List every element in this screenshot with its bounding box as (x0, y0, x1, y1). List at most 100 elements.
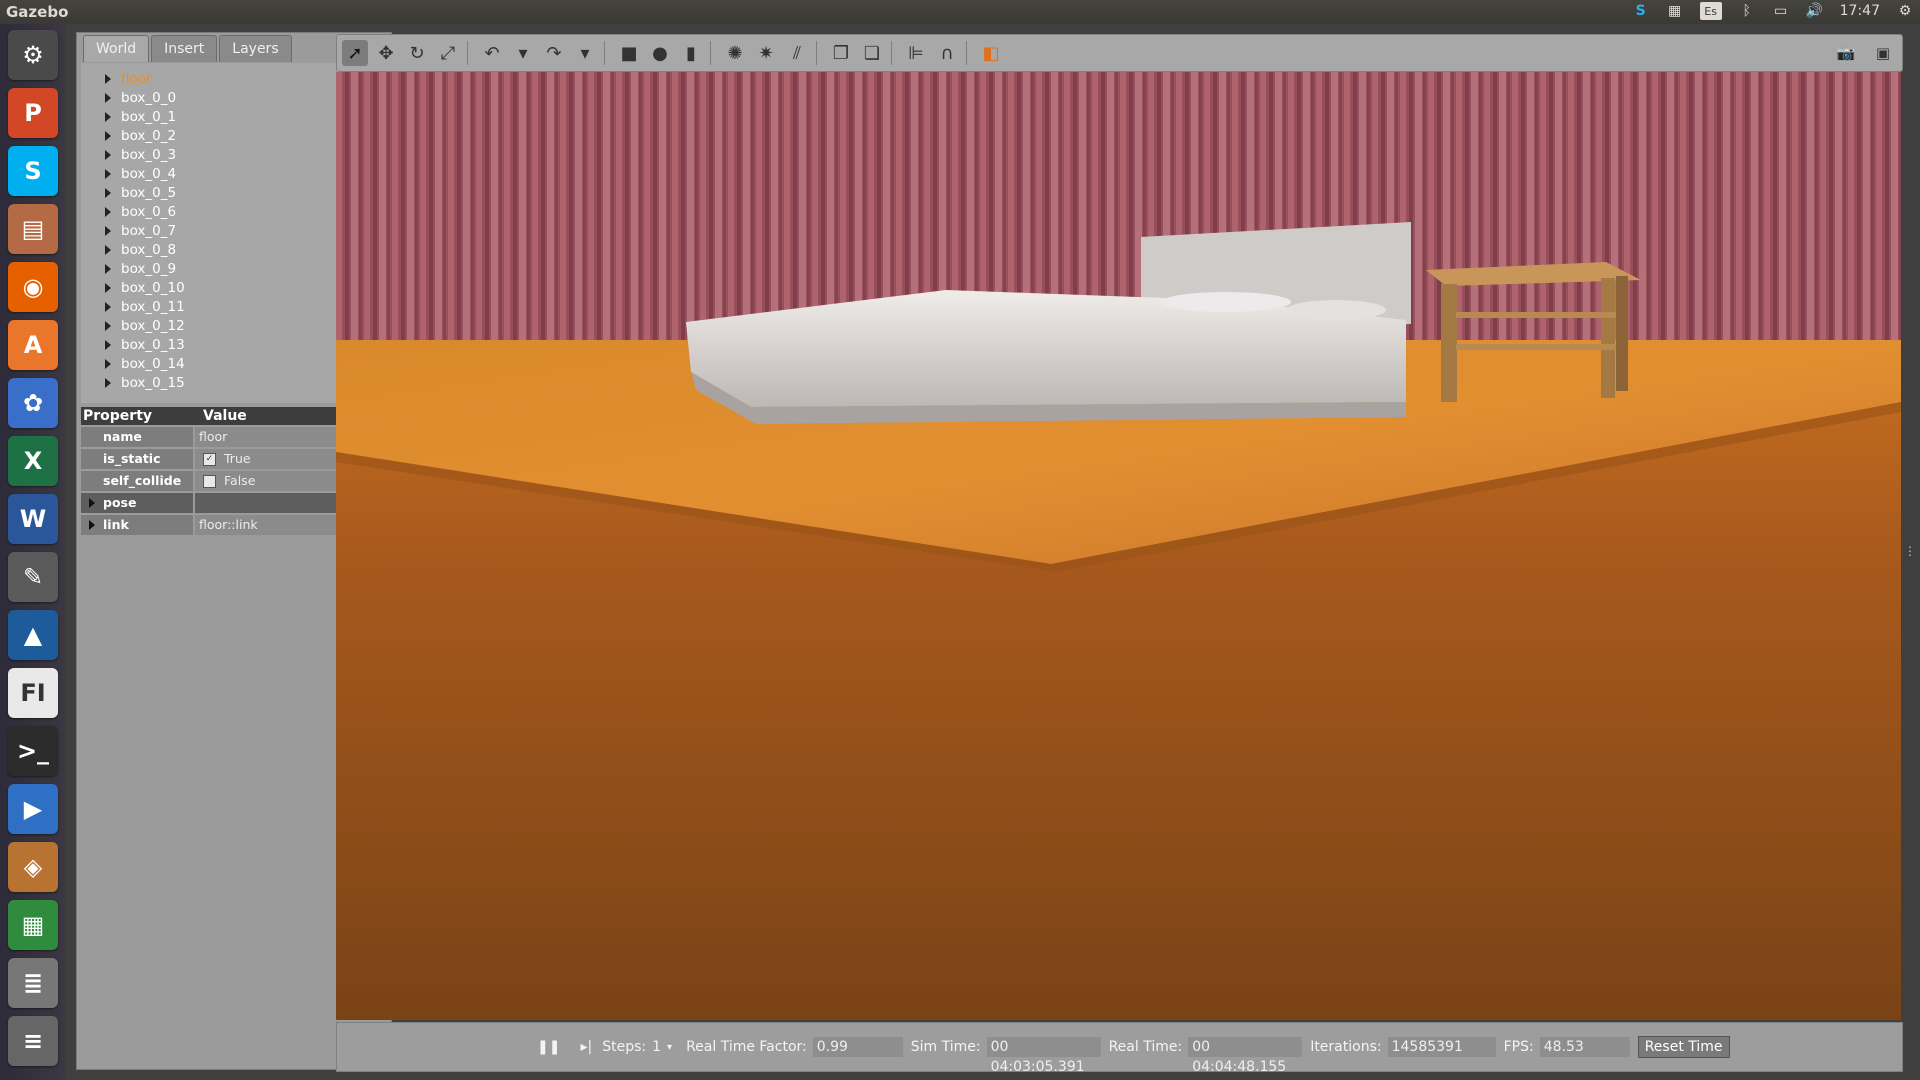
view-angle-icon[interactable]: ◧ (978, 40, 1004, 66)
tree-item[interactable]: box_0_1 (105, 107, 176, 126)
expand-arrow-icon[interactable] (105, 73, 111, 84)
firefox-icon[interactable]: ◉ (8, 262, 58, 312)
translate-mode-icon[interactable]: ✥ (373, 40, 399, 66)
trash-icon[interactable]: ≡ (8, 1016, 58, 1066)
expand-arrow-icon[interactable] (89, 520, 95, 530)
skype-tray-icon[interactable]: S (1632, 2, 1650, 20)
clock[interactable]: 17:47 (1840, 2, 1880, 20)
tree-item[interactable]: box_0_14 (105, 354, 185, 373)
tree-item[interactable]: box_0_12 (105, 316, 185, 335)
snap-icon[interactable]: ∩ (934, 40, 960, 66)
record-log-icon[interactable]: ▣ (1870, 40, 1896, 66)
expand-arrow-icon[interactable] (105, 301, 111, 312)
expand-arrow-icon[interactable] (105, 339, 111, 350)
tab-insert[interactable]: Insert (151, 35, 218, 62)
spreadsheet-icon[interactable]: ▦ (8, 900, 58, 950)
copy-icon[interactable]: ❐ (828, 40, 854, 66)
paste-icon[interactable]: ❏ (859, 40, 885, 66)
expand-arrow-icon[interactable] (105, 187, 111, 198)
self-collide-checkbox[interactable] (203, 474, 216, 488)
skype-icon[interactable]: S (8, 146, 58, 196)
redo-icon[interactable]: ↷ (541, 40, 567, 66)
tree-item[interactable]: box_0_13 (105, 335, 185, 354)
screenshot-icon[interactable]: 📷 (1833, 40, 1859, 66)
tree-item[interactable]: box_0_9 (105, 259, 176, 278)
3d-viewport[interactable] (336, 72, 1901, 1020)
redo-history-icon[interactable]: ▾ (572, 40, 598, 66)
tree-item[interactable]: box_0_0 (105, 88, 176, 107)
tree-item[interactable]: box_0_5 (105, 183, 176, 202)
tree-item[interactable]: box_0_7 (105, 221, 176, 240)
powerpoint-icon[interactable]: P (8, 88, 58, 138)
expand-arrow-icon[interactable] (105, 320, 111, 331)
tab-world[interactable]: World (83, 35, 150, 62)
session-gear-icon[interactable]: ⚙ (1896, 2, 1914, 20)
point-light-icon[interactable]: ✺ (722, 40, 748, 66)
tree-item[interactable]: floor (105, 69, 152, 88)
steps-value[interactable]: 1 (652, 1039, 661, 1055)
expand-arrow-icon[interactable] (105, 225, 111, 236)
main-toolbar: ➚ ✥ ↻ ⤢ ↶ ▾ ↷ ▾ ■ ● ▮ ✺ ✷ ⫽ ❐ ❏ ⊫ ∩ ◧ 📷 ▣ (336, 34, 1903, 72)
expand-arrow-icon[interactable] (105, 149, 111, 160)
scale-mode-icon[interactable]: ⤢ (435, 40, 461, 66)
sphere-shape-icon[interactable]: ● (647, 40, 673, 66)
box-shape-icon[interactable]: ■ (616, 40, 642, 66)
expand-arrow-icon[interactable] (105, 358, 111, 369)
terminal-icon[interactable]: >_ (8, 726, 58, 776)
cylinder-shape-icon[interactable]: ▮ (678, 40, 704, 66)
expand-arrow-icon[interactable] (105, 282, 111, 293)
keyboard-layout-indicator[interactable]: Es (1699, 2, 1722, 20)
is-static-checkbox[interactable]: ✓ (203, 452, 216, 466)
expand-arrow-icon[interactable] (105, 206, 111, 217)
left-panel-tabs: World Insert Layers (83, 35, 294, 63)
expand-arrow-icon[interactable] (105, 377, 111, 388)
bluetooth-icon[interactable]: ᛒ (1738, 2, 1756, 20)
tree-item-label: box_0_14 (121, 355, 185, 372)
tree-item[interactable]: box_0_15 (105, 373, 185, 392)
word-icon[interactable]: W (8, 494, 58, 544)
matlab-icon[interactable]: ▲ (8, 610, 58, 660)
system-settings-icon[interactable]: ⚙ (8, 30, 58, 80)
expand-arrow-icon[interactable] (105, 244, 111, 255)
undo-history-icon[interactable]: ▾ (510, 40, 536, 66)
real-time-label: Real Time: (1108, 1039, 1183, 1055)
tree-item[interactable]: box_0_8 (105, 240, 176, 259)
steps-dropdown-icon[interactable]: ▾ (667, 1042, 672, 1053)
files-icon[interactable]: ▤ (8, 204, 58, 254)
toolbar-separator (966, 41, 967, 65)
pause-icon[interactable]: ❚❚ (537, 1039, 560, 1055)
expand-arrow-icon[interactable] (105, 130, 111, 141)
tree-item[interactable]: box_0_4 (105, 164, 176, 183)
tree-item[interactable]: box_0_6 (105, 202, 176, 221)
tree-item[interactable]: box_0_3 (105, 145, 176, 164)
tree-item[interactable]: box_0_11 (105, 297, 185, 316)
expand-arrow-icon[interactable] (105, 111, 111, 122)
right-splitter-handle[interactable]: ⋮ (1904, 544, 1916, 558)
rotate-mode-icon[interactable]: ↻ (404, 40, 430, 66)
tree-item[interactable]: box_0_10 (105, 278, 185, 297)
stacked-apps-icon[interactable]: ≣ (8, 958, 58, 1008)
fi-ed-icon[interactable]: FI (8, 668, 58, 718)
workspaces-icon[interactable]: ▦ (1666, 2, 1684, 20)
step-icon[interactable]: ▸| (580, 1039, 592, 1055)
expand-arrow-icon[interactable] (105, 168, 111, 179)
battery-icon[interactable]: ▭ (1772, 2, 1790, 20)
tab-layers[interactable]: Layers (219, 35, 292, 62)
align-icon[interactable]: ⊫ (903, 40, 929, 66)
tree-item[interactable]: box_0_2 (105, 126, 176, 145)
directional-light-icon[interactable]: ⫽ (784, 40, 810, 66)
tools-icon[interactable]: ✎ (8, 552, 58, 602)
photos-icon[interactable]: ✿ (8, 378, 58, 428)
undo-icon[interactable]: ↶ (479, 40, 505, 66)
software-center-icon[interactable]: A (8, 320, 58, 370)
media-player-icon[interactable]: ▶ (8, 784, 58, 834)
select-mode-icon[interactable]: ➚ (342, 40, 368, 66)
volume-icon[interactable]: 🔊 (1806, 2, 1824, 20)
spot-light-icon[interactable]: ✷ (753, 40, 779, 66)
virtualbox-icon[interactable]: ◈ (8, 842, 58, 892)
expand-arrow-icon[interactable] (105, 92, 111, 103)
expand-arrow-icon[interactable] (105, 263, 111, 274)
reset-time-button[interactable]: Reset Time (1637, 1036, 1730, 1058)
excel-icon[interactable]: X (8, 436, 58, 486)
expand-arrow-icon[interactable] (89, 498, 95, 508)
